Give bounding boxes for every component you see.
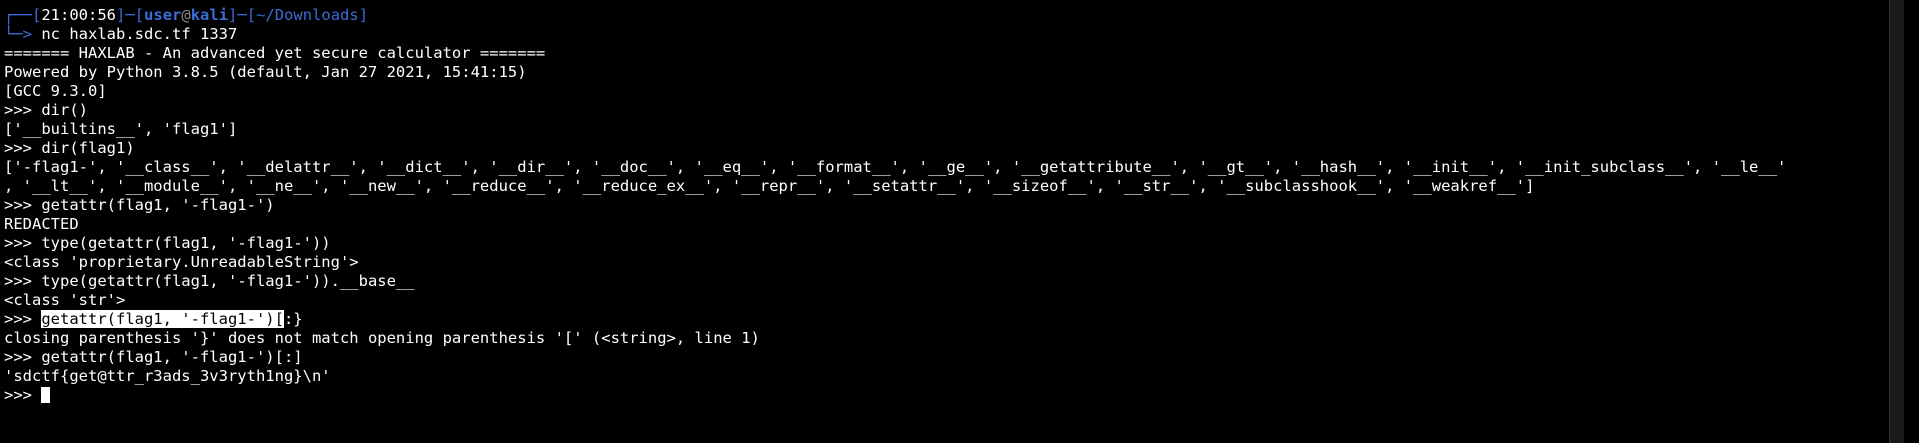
prompt-at: @ (181, 6, 191, 24)
prompt-corner-top: ┌── (4, 6, 32, 24)
scrollbar[interactable] (1889, 0, 1904, 443)
selection-line: >>> getattr(flag1, '-flag1-')[:} (4, 310, 1904, 329)
prompt-command: nc haxlab.sdc.tf 1337 (41, 25, 238, 43)
prompt-path-bracket-open: [ (246, 6, 257, 24)
input-line[interactable]: >>> (4, 386, 1904, 405)
prompt-time: 21:00:56 (41, 6, 116, 24)
prompt-host: kali (190, 6, 229, 24)
prompt-header-line: ┌──[21:00:56]─[user@kali]─[~/Downloads] (4, 6, 1904, 25)
prompt-command-line: └─> nc haxlab.sdc.tf 1337 (4, 25, 1904, 44)
output-line: <class 'str'> (4, 291, 126, 309)
output-line: , '__lt__', '__module__', '__ne__', '__n… (4, 177, 1535, 195)
text-cursor (41, 387, 51, 403)
output-line: closing parenthesis '}' does not match o… (4, 329, 760, 347)
output-line: ['__builtins__', 'flag1'] (4, 120, 238, 138)
output-line: ['-flag1-', '__class__', '__delattr__', … (4, 158, 1787, 176)
output-line: >>> getattr(flag1, '-flag1-') (4, 196, 275, 214)
prompt-separator: ─ (125, 6, 135, 24)
terminal-window[interactable]: ┌──[21:00:56]─[user@kali]─[~/Downloads] … (0, 0, 1904, 443)
prompt-corner-bottom: └─ (4, 25, 23, 43)
selection-rest: :} (283, 310, 303, 328)
prompt-bracket-open: [ (32, 6, 42, 24)
output-line: Powered by Python 3.8.5 (default, Jan 27… (4, 63, 527, 81)
selection-prefix: >>> (4, 310, 42, 328)
prompt-path: ~/Downloads (256, 6, 359, 24)
output-line: >>> getattr(flag1, '-flag1-')[:] (4, 348, 303, 366)
output-line: REDACTED (4, 215, 79, 233)
output-line: >>> type(getattr(flag1, '-flag1-')) (4, 234, 331, 252)
input-prompt: >>> (4, 386, 42, 404)
output-line: 'sdctf{get@ttr_r3ads_3v3ryth1ng}\n' (4, 367, 331, 385)
prompt-bracket-close: ] (116, 6, 126, 24)
prompt-arrow: > (22, 25, 42, 43)
output-line: >>> dir(flag1) (4, 139, 135, 157)
output-line: [GCC 9.3.0] (4, 82, 107, 100)
selected-text[interactable]: getattr(flag1, '-flag1-')[ (41, 310, 284, 328)
prompt-separator-2: ─ (237, 6, 247, 24)
output-line: >>> dir() (4, 101, 88, 119)
output-line: ======= HAXLAB - An advanced yet secure … (4, 44, 546, 62)
output-line: <class 'proprietary.UnreadableString'> (4, 253, 359, 271)
prompt-path-bracket-close: ] (358, 6, 369, 24)
prompt-user: user (144, 6, 182, 24)
output-line: >>> type(getattr(flag1, '-flag1-')).__ba… (4, 272, 415, 290)
prompt-user-bracket-open: [ (134, 6, 145, 24)
prompt-user-bracket-close: ] (228, 6, 238, 24)
